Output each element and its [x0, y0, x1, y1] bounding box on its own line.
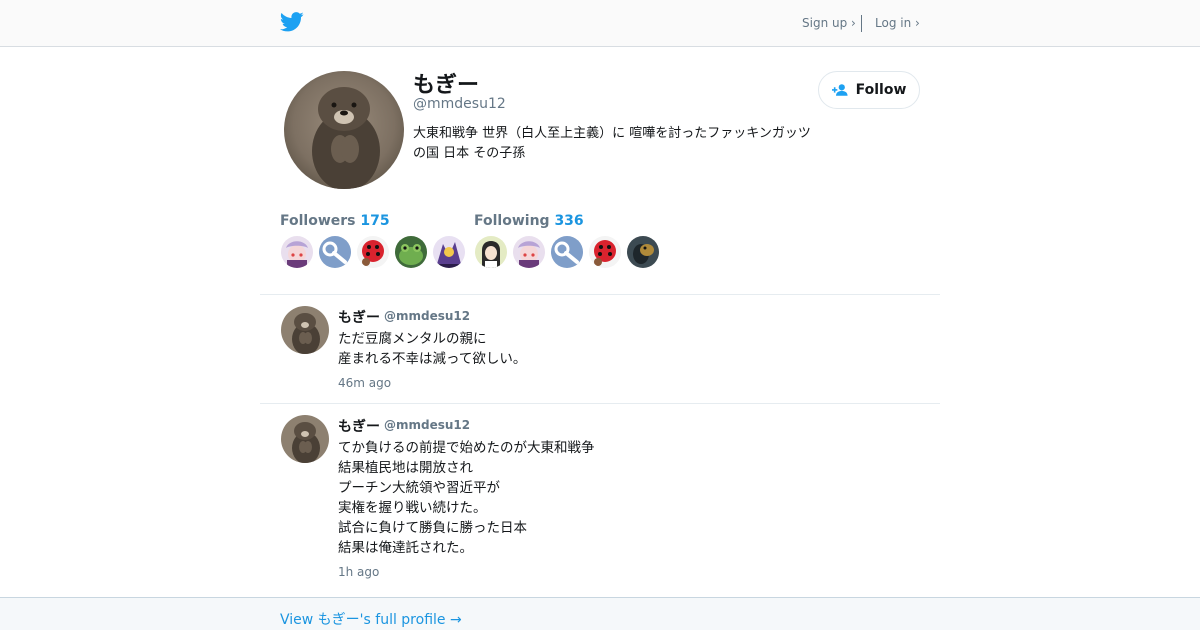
- tweet-text: てか負けるの前提で始めたのが大東和戦争 結果植民地は開放され プーチン大統領や習…: [338, 440, 595, 556]
- following-avatar[interactable]: [589, 236, 621, 268]
- followers-count: 175: [360, 213, 390, 229]
- profile-avatar[interactable]: [284, 71, 404, 189]
- top-bar: Sign up › Log in ›: [0, 0, 1200, 47]
- following-avatar[interactable]: [627, 236, 659, 268]
- divider: [260, 294, 940, 295]
- view-full-profile-link[interactable]: View もぎー's full profile →: [280, 609, 462, 629]
- follower-avatar[interactable]: [281, 236, 313, 268]
- followers-stat[interactable]: Followers 175: [280, 213, 390, 229]
- twitter-bird-icon[interactable]: [280, 11, 304, 33]
- following-avatar[interactable]: [551, 236, 583, 268]
- following-avatar[interactable]: [513, 236, 545, 268]
- log-in-link[interactable]: Log in ›: [875, 16, 920, 30]
- follow-button-label: Follow: [855, 82, 907, 98]
- tweet-author-name[interactable]: もぎー: [338, 416, 380, 436]
- tweet-author-handle[interactable]: @mmdesu12: [384, 418, 470, 432]
- following-avatar[interactable]: [475, 236, 507, 268]
- follower-avatar[interactable]: [319, 236, 351, 268]
- add-user-icon: [831, 84, 848, 96]
- tweet-author-name[interactable]: もぎー: [338, 307, 380, 327]
- sign-up-link[interactable]: Sign up ›: [802, 16, 856, 30]
- profile-bio: 大東和戦争 世界（白人至上主義）に 喧嘩を討ったファッキンガッツの国 日本 その…: [413, 126, 811, 161]
- follower-avatar[interactable]: [395, 236, 427, 268]
- profile-handle: @mmdesu12: [413, 96, 506, 112]
- tweet-author-handle[interactable]: @mmdesu12: [384, 309, 470, 323]
- tweet-text: ただ豆腐メンタルの親に 産まれる不幸は減って欲しい。: [338, 331, 527, 367]
- footer-bar: View もぎー's full profile →: [0, 597, 1200, 630]
- follow-button[interactable]: Follow: [818, 71, 920, 109]
- following-label: Following: [474, 213, 550, 229]
- nav-divider: [861, 15, 862, 32]
- following-stat[interactable]: Following 336: [474, 213, 584, 229]
- tweet-author-avatar[interactable]: [281, 306, 329, 354]
- profile-name: もぎー: [413, 73, 480, 98]
- tweet-timestamp[interactable]: 1h ago: [338, 565, 379, 579]
- divider: [260, 403, 940, 404]
- following-count: 336: [554, 213, 584, 229]
- followers-label: Followers: [280, 213, 356, 229]
- tweet-author-avatar[interactable]: [281, 415, 329, 463]
- follower-avatar[interactable]: [357, 236, 389, 268]
- tweet-timestamp[interactable]: 46m ago: [338, 376, 391, 390]
- follower-avatar[interactable]: [433, 236, 465, 268]
